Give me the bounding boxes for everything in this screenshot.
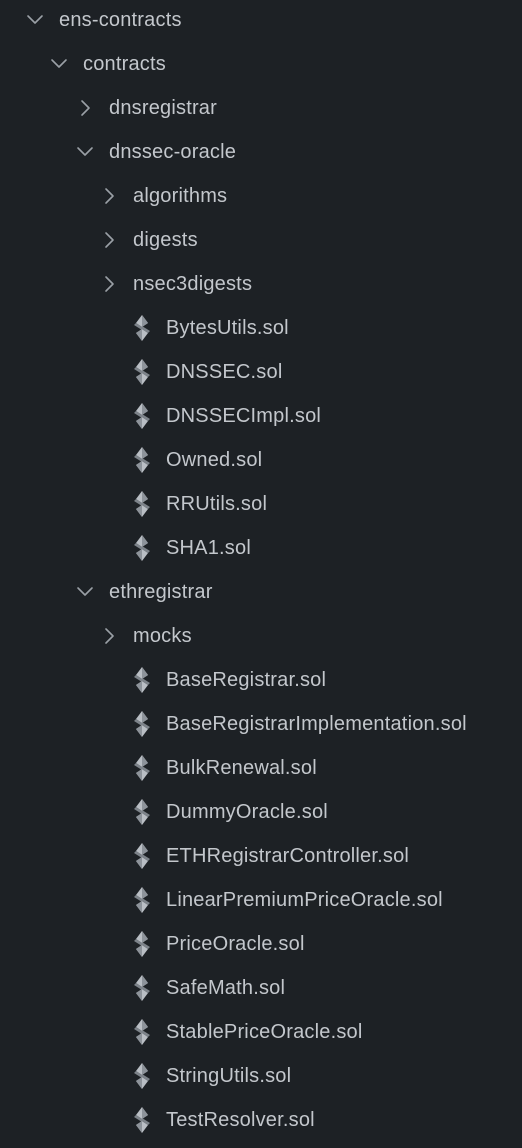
tree-file-bulkrenewal-sol[interactable]: BulkRenewal.sol xyxy=(0,746,522,790)
solidity-file-icon xyxy=(130,446,154,474)
solidity-file-icon xyxy=(130,842,154,870)
solidity-file-icon xyxy=(130,1018,154,1046)
chevron-down-icon[interactable] xyxy=(75,582,95,602)
solidity-file-icon xyxy=(130,930,154,958)
solidity-file-icon xyxy=(130,798,154,826)
tree-item-label: TestResolver.sol xyxy=(166,1108,315,1131)
tree-item-label: RRUtils.sol xyxy=(166,492,268,515)
tree-file-linearpremiumpriceoracle-sol[interactable]: LinearPremiumPriceOracle.sol xyxy=(0,878,522,922)
tree-item-label: ethregistrar xyxy=(109,580,213,603)
chevron-down-icon[interactable] xyxy=(25,10,45,30)
tree-item-label: Owned.sol xyxy=(166,448,263,471)
tree-folder-mocks[interactable]: mocks xyxy=(0,614,522,658)
tree-item-label: PriceOracle.sol xyxy=(166,932,305,955)
tree-file-dnssec-sol[interactable]: DNSSEC.sol xyxy=(0,350,522,394)
tree-item-label: contracts xyxy=(83,52,166,75)
tree-folder-contracts[interactable]: contracts xyxy=(0,42,522,86)
tree-file-bytesutils-sol[interactable]: BytesUtils.sol xyxy=(0,306,522,350)
tree-item-label: SafeMath.sol xyxy=(166,976,286,999)
tree-item-label: DNSSECImpl.sol xyxy=(166,404,322,427)
tree-item-label: StablePriceOracle.sol xyxy=(166,1020,363,1043)
tree-folder-algorithms[interactable]: algorithms xyxy=(0,174,522,218)
tree-file-baseregistrar-sol[interactable]: BaseRegistrar.sol xyxy=(0,658,522,702)
tree-item-label: BytesUtils.sol xyxy=(166,316,289,339)
tree-file-testresolver-sol[interactable]: TestResolver.sol xyxy=(0,1098,522,1142)
tree-file-safemath-sol[interactable]: SafeMath.sol xyxy=(0,966,522,1010)
chevron-down-icon[interactable] xyxy=(49,54,69,74)
solidity-file-icon xyxy=(130,974,154,1002)
solidity-file-icon xyxy=(130,1106,154,1134)
tree-file-stringutils-sol[interactable]: StringUtils.sol xyxy=(0,1054,522,1098)
solidity-file-icon xyxy=(130,666,154,694)
tree-item-label: dnssec-oracle xyxy=(109,140,237,163)
chevron-right-icon[interactable] xyxy=(99,626,119,646)
tree-item-label: digests xyxy=(133,228,198,251)
chevron-right-icon[interactable] xyxy=(99,230,119,250)
tree-folder-digests[interactable]: digests xyxy=(0,218,522,262)
solidity-file-icon xyxy=(130,402,154,430)
chevron-right-icon[interactable] xyxy=(99,274,119,294)
chevron-right-icon[interactable] xyxy=(75,98,95,118)
tree-item-label: mocks xyxy=(133,624,192,647)
tree-item-label: StringUtils.sol xyxy=(166,1064,292,1087)
tree-file-sha1-sol[interactable]: SHA1.sol xyxy=(0,526,522,570)
file-explorer-tree: ens-contracts contracts dnsregistrar dnssec… xyxy=(0,0,522,1148)
solidity-file-icon xyxy=(130,490,154,518)
tree-file-priceoracle-sol[interactable]: PriceOracle.sol xyxy=(0,922,522,966)
tree-item-label: nsec3digests xyxy=(133,272,253,295)
solidity-file-icon xyxy=(130,754,154,782)
tree-item-label: ens-contracts xyxy=(59,8,182,31)
tree-item-label: DNSSEC.sol xyxy=(166,360,283,383)
tree-file-rrutils-sol[interactable]: RRUtils.sol xyxy=(0,482,522,526)
tree-folder-nsec3digests[interactable]: nsec3digests xyxy=(0,262,522,306)
tree-file-ethregistrarcontroller-sol[interactable]: ETHRegistrarController.sol xyxy=(0,834,522,878)
tree-item-label: SHA1.sol xyxy=(166,536,251,559)
tree-folder-dnssec-oracle[interactable]: dnssec-oracle xyxy=(0,130,522,174)
tree-item-label: LinearPremiumPriceOracle.sol xyxy=(166,888,443,911)
tree-item-label: ETHRegistrarController.sol xyxy=(166,844,410,867)
tree-file-baseregistrarimplementation-sol[interactable]: BaseRegistrarImplementation.sol xyxy=(0,702,522,746)
solidity-file-icon xyxy=(130,534,154,562)
solidity-file-icon xyxy=(130,886,154,914)
tree-item-label: algorithms xyxy=(133,184,228,207)
solidity-file-icon xyxy=(130,358,154,386)
tree-file-dnssecimpl-sol[interactable]: DNSSECImpl.sol xyxy=(0,394,522,438)
tree-item-label: DummyOracle.sol xyxy=(166,800,328,823)
tree-file-stablepriceoracle-sol[interactable]: StablePriceOracle.sol xyxy=(0,1010,522,1054)
tree-file-owned-sol[interactable]: Owned.sol xyxy=(0,438,522,482)
solidity-file-icon xyxy=(130,1062,154,1090)
tree-item-label: BaseRegistrar.sol xyxy=(166,668,327,691)
tree-folder-ens-contracts[interactable]: ens-contracts xyxy=(0,0,522,42)
solidity-file-icon xyxy=(130,710,154,738)
chevron-down-icon[interactable] xyxy=(75,142,95,162)
tree-file-dummyoracle-sol[interactable]: DummyOracle.sol xyxy=(0,790,522,834)
chevron-right-icon[interactable] xyxy=(99,186,119,206)
tree-folder-dnsregistrar[interactable]: dnsregistrar xyxy=(0,86,522,130)
tree-folder-ethregistrar[interactable]: ethregistrar xyxy=(0,570,522,614)
tree-item-label: dnsregistrar xyxy=(109,96,217,119)
solidity-file-icon xyxy=(130,314,154,342)
tree-item-label: BulkRenewal.sol xyxy=(166,756,317,779)
tree-item-label: BaseRegistrarImplementation.sol xyxy=(166,712,467,735)
